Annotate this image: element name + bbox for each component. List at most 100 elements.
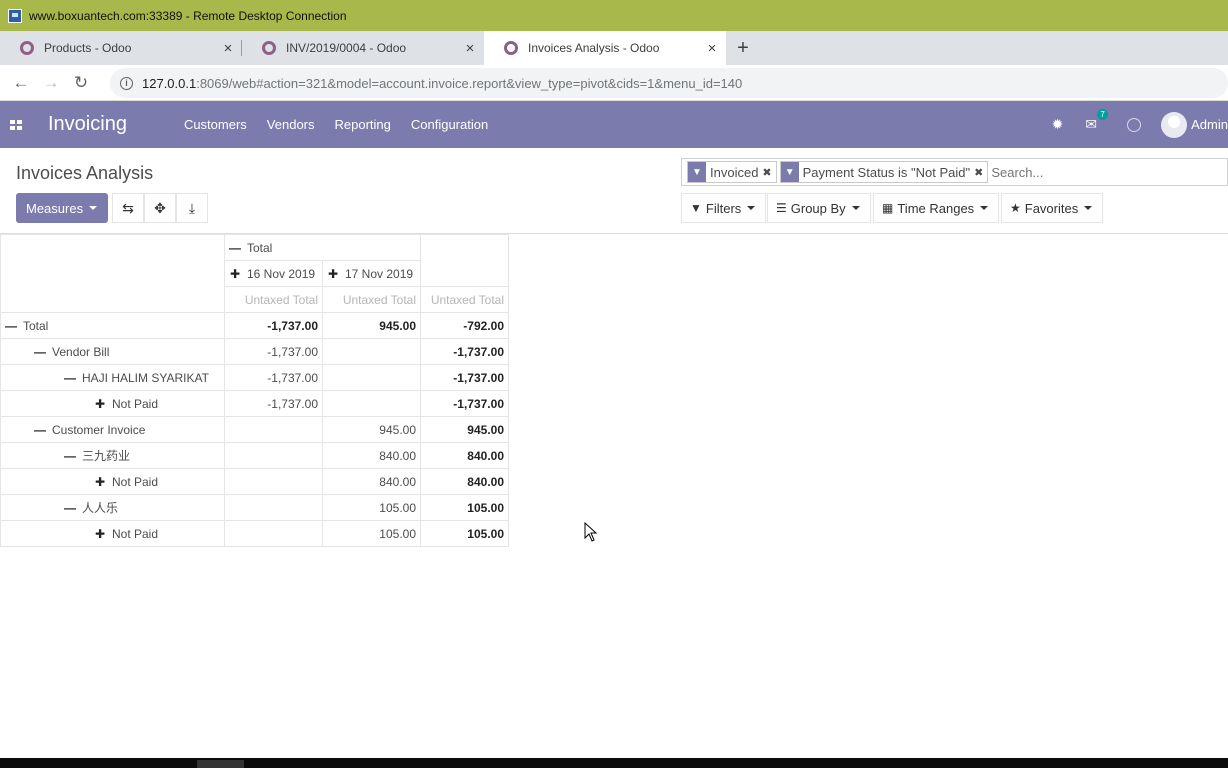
pivot-cell-total[interactable]: 945.00 — [420, 416, 509, 443]
pivot-cell-total[interactable]: -792.00 — [420, 312, 509, 339]
back-arrow-icon[interactable]: ← — [6, 68, 36, 98]
pivot-cell[interactable]: 105.00 — [322, 520, 421, 547]
menu-vendors[interactable]: Vendors — [267, 117, 315, 132]
taskbar-item[interactable] — [197, 760, 244, 768]
activity-clock-icon[interactable] — [1127, 117, 1142, 132]
menu-reporting[interactable]: Reporting — [335, 117, 391, 132]
pivot-col-17-nov[interactable]: ✚ 17 Nov 2019 — [322, 260, 421, 287]
pivot-cell-total[interactable]: -1,737.00 — [420, 338, 509, 365]
menu-customers[interactable]: Customers — [184, 117, 247, 132]
search-input[interactable] — [991, 164, 1192, 180]
row-header-not-paid[interactable]: ✚ Not Paid — [0, 468, 225, 495]
site-info-icon[interactable]: i — [120, 76, 133, 90]
row-header-not-paid[interactable]: ✚ Not Paid — [0, 520, 225, 547]
user-avatar[interactable] — [1161, 111, 1188, 138]
pivot-cell-total[interactable]: -1,737.00 — [420, 390, 509, 417]
row-header-partner[interactable]: — 三九药业 — [0, 442, 225, 469]
facet-remove-icon[interactable]: ✖ — [762, 166, 775, 179]
group-by-button[interactable]: ☰ Group By — [767, 193, 871, 223]
pivot-corner — [0, 234, 225, 313]
table-row: ✚ Not Paid -1,737.00 -1,737.00 — [0, 390, 509, 417]
row-header-vendor-bill[interactable]: — Vendor Bill — [0, 338, 225, 365]
measure-header[interactable]: Untaxed Total — [322, 286, 421, 313]
expand-icon: ✚ — [94, 396, 106, 411]
expand-icon: ✚ — [327, 266, 339, 281]
url-host: 127.0.0.1 — [142, 75, 197, 91]
tab-invoices-analysis[interactable]: Invoices Analysis - Odoo × — [484, 31, 726, 65]
pivot-cell[interactable]: 945.00 — [322, 416, 421, 443]
pivot-cell[interactable]: -1,737.00 — [224, 364, 323, 391]
url-field[interactable]: i 127.0.0.1:8069/web#action=321&model=ac… — [110, 68, 1228, 98]
measures-button[interactable]: Measures — [16, 193, 108, 223]
expand-icon: ✚ — [229, 266, 241, 281]
filters-label: Filters — [705, 200, 742, 216]
row-header-total[interactable]: — Total — [0, 312, 225, 339]
app-brand[interactable]: Invoicing — [48, 113, 127, 136]
pivot-col-16-nov[interactable]: ✚ 16 Nov 2019 — [224, 260, 323, 287]
row-header-partner[interactable]: — 人人乐 — [0, 494, 225, 521]
apps-menu-icon[interactable] — [10, 119, 22, 130]
tab-invoice[interactable]: INV/2019/0004 - Odoo × — [242, 31, 484, 65]
download-button[interactable]: ⤓ — [176, 193, 208, 223]
expand-all-button[interactable]: ✥ — [144, 193, 176, 223]
pivot-cell[interactable]: -1,737.00 — [224, 312, 323, 339]
caret-down-icon — [851, 206, 860, 210]
pivot-cell[interactable] — [224, 416, 323, 443]
pivot-cell-total[interactable]: 105.00 — [420, 494, 509, 521]
remote-desktop-titlebar: www.boxuantech.com:33389 - Remote Deskto… — [0, 0, 1228, 31]
pivot-cell[interactable] — [224, 442, 323, 469]
chat-icon[interactable]: ✉ 7 — [1085, 109, 1108, 133]
pivot-cell[interactable] — [322, 338, 421, 365]
tab-close-icon[interactable]: × — [216, 40, 240, 57]
collapse-icon: — — [34, 344, 46, 359]
time-ranges-button[interactable]: ▦ Time Ranges — [873, 193, 1000, 223]
pivot-cell[interactable] — [224, 520, 323, 547]
menu-configuration[interactable]: Configuration — [411, 117, 488, 132]
pivot-cell[interactable]: 105.00 — [322, 494, 421, 521]
favorites-button[interactable]: ★ Favorites — [1001, 193, 1104, 223]
pivot-col-total[interactable]: — Total — [224, 234, 421, 261]
filter-icon: ▼ — [780, 162, 799, 182]
pivot-cell[interactable]: 840.00 — [322, 442, 421, 469]
pivot-cell-total[interactable]: 840.00 — [420, 442, 509, 469]
pivot-cell-total[interactable]: 840.00 — [420, 468, 509, 495]
filters-button[interactable]: ▼ Filters — [681, 193, 767, 223]
forward-arrow-icon[interactable]: → — [36, 68, 66, 98]
tab-label: INV/2019/0004 - Odoo — [286, 41, 407, 55]
table-row: ✚ Not Paid 840.00 840.00 — [0, 468, 509, 495]
table-row: — Vendor Bill -1,737.00 -1,737.00 — [0, 338, 509, 365]
download-icon: ⤓ — [188, 199, 196, 216]
new-tab-button[interactable]: + — [726, 31, 760, 65]
reload-icon[interactable]: ↻ — [66, 68, 96, 98]
flip-axis-button[interactable]: ⇆ — [112, 193, 144, 223]
mouse-cursor-icon — [584, 522, 598, 542]
table-row: — 人人乐 105.00 105.00 — [0, 494, 509, 521]
measure-header[interactable]: Untaxed Total — [420, 286, 509, 313]
row-header-partner[interactable]: — HAJI HALIM SYARIKAT — [0, 364, 225, 391]
pivot-cell[interactable]: -1,737.00 — [224, 390, 323, 417]
facet-remove-icon[interactable]: ✖ — [974, 166, 987, 179]
pivot-cell[interactable] — [322, 364, 421, 391]
row-header-customer-invoice[interactable]: — Customer Invoice — [0, 416, 225, 443]
user-name[interactable]: Admin — [1191, 117, 1228, 132]
tab-close-icon[interactable]: × — [700, 40, 724, 57]
tab-products[interactable]: Products - Odoo × — [0, 31, 242, 65]
row-header-not-paid[interactable]: ✚ Not Paid — [0, 390, 225, 417]
pivot-cell-total[interactable]: -1,737.00 — [420, 364, 509, 391]
pivot-cell[interactable] — [224, 468, 323, 495]
pivot-cell[interactable]: -1,737.00 — [224, 338, 323, 365]
search-bar[interactable]: ▼ Invoiced ✖ ▼ Payment Status is "Not Pa… — [681, 158, 1228, 186]
taskbar — [0, 758, 1228, 768]
measure-header[interactable]: Untaxed Total — [224, 286, 323, 313]
pivot-cell-total[interactable]: 105.00 — [420, 520, 509, 547]
pivot-table: — Total ✚ 16 Nov 2019 ✚ 17 Nov 2019 Untaxed… — [0, 234, 509, 547]
tab-close-icon[interactable]: × — [458, 40, 482, 57]
pivot-cell[interactable] — [224, 494, 323, 521]
filter-icon: ▼ — [688, 162, 706, 182]
debug-bug-icon[interactable]: ✹ — [1052, 116, 1064, 133]
pivot-cell[interactable]: 945.00 — [322, 312, 421, 339]
pivot-cell[interactable] — [322, 390, 421, 417]
star-icon: ★ — [1010, 201, 1021, 215]
pivot-cell[interactable]: 840.00 — [322, 468, 421, 495]
caret-down-icon — [89, 206, 98, 210]
